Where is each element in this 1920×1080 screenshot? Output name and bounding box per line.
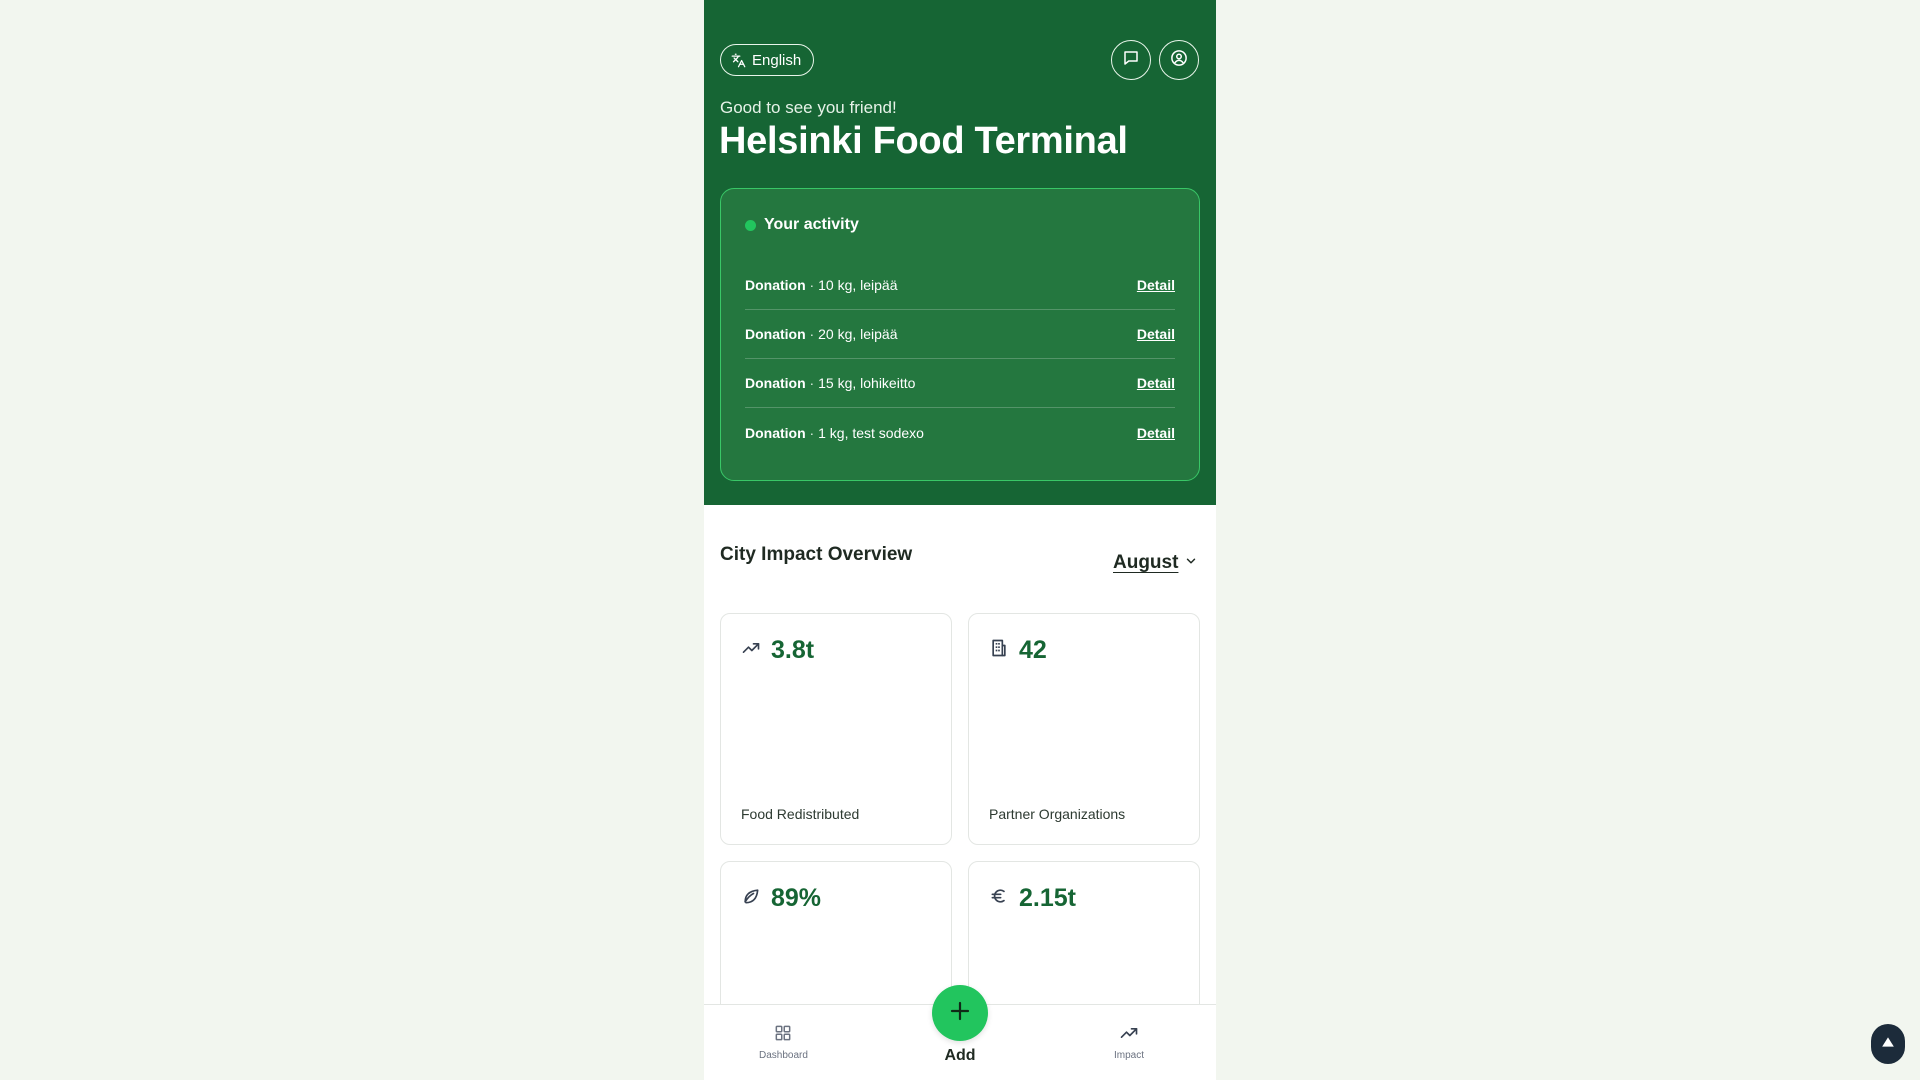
activity-separator: · — [805, 326, 819, 342]
overview-title: City Impact Overview — [720, 544, 913, 565]
triangle-up-icon — [1881, 1035, 1895, 1054]
page-title: Helsinki Food Terminal — [719, 120, 1128, 162]
translate-icon — [731, 53, 746, 68]
leaf-icon — [741, 886, 761, 911]
activity-row: Donation · 15 kg, lohikeitto Detail — [745, 359, 1175, 408]
greeting-text: Good to see you friend! — [720, 98, 897, 117]
activity-desc: 15 kg, lohikeitto — [818, 375, 916, 391]
user-circle-icon — [1170, 49, 1188, 72]
nav-impact-label: Impact — [1114, 1050, 1145, 1061]
scroll-to-top-button[interactable] — [1871, 1024, 1905, 1064]
activity-row: Donation · 20 kg, leipää Detail — [745, 310, 1175, 359]
activity-type: Donation — [745, 375, 806, 391]
chat-button[interactable] — [1111, 40, 1151, 80]
grid-icon — [773, 1023, 793, 1046]
stat-value: 42 — [1019, 636, 1047, 664]
stat-value: 89% — [771, 884, 822, 912]
detail-link[interactable]: Detail — [1137, 425, 1175, 441]
month-dropdown[interactable]: August — [1113, 552, 1198, 574]
detail-link[interactable]: Detail — [1137, 326, 1175, 342]
activity-separator: · — [805, 424, 819, 441]
detail-link[interactable]: Detail — [1137, 277, 1175, 293]
activity-separator: · — [805, 375, 819, 391]
activity-row-text: Donation · 15 kg, lohikeitto — [745, 375, 915, 391]
language-button[interactable]: English — [720, 44, 815, 76]
activity-type: Donation — [745, 424, 806, 441]
building-icon — [989, 638, 1009, 663]
activity-type: Donation — [745, 277, 806, 293]
euro-icon — [989, 886, 1009, 911]
activity-row: Donation · 1 kg, test sodexo Detail — [745, 408, 1175, 457]
nav-impact[interactable]: Impact — [1114, 1023, 1144, 1061]
chevron-down-icon — [1184, 552, 1198, 574]
activity-desc: 1 kg, test sodexo — [818, 424, 924, 441]
activity-title: Your activity — [764, 216, 859, 233]
activity-separator: · — [805, 277, 819, 293]
status-dot-icon — [745, 219, 756, 231]
activity-card: Your activity Donation · 10 kg, leipää D… — [720, 188, 1200, 481]
trending-up-icon — [741, 638, 761, 663]
month-label: August — [1113, 552, 1179, 573]
chat-bubble-icon — [1122, 49, 1140, 72]
stat-label: Food Redistributed — [741, 806, 860, 822]
activity-row-text: Donation · 10 kg, leipää — [745, 277, 898, 293]
app-screen: English Good to see you friend! Helsinki… — [704, 0, 1216, 1080]
stat-label: Partner Organizations — [989, 806, 1126, 822]
add-label: Add — [944, 1047, 976, 1064]
header: English Good to see you friend! Helsinki… — [704, 0, 1216, 505]
trending-up-icon — [1119, 1023, 1139, 1046]
activity-header: Your activity — [745, 216, 859, 234]
language-label: English — [752, 51, 802, 69]
detail-link[interactable]: Detail — [1137, 375, 1175, 391]
activity-row-text: Donation · 20 kg, leipää — [745, 326, 898, 342]
add-button[interactable] — [932, 985, 988, 1041]
activity-row: Donation · 10 kg, leipää Detail — [745, 261, 1175, 310]
activity-list: Donation · 10 kg, leipää Detail Donation… — [745, 261, 1175, 457]
stat-value: 3.8t — [771, 636, 815, 664]
activity-row-text: Donation · 1 kg, test sodexo — [745, 425, 924, 441]
stat-card-partner-organizations: 42 Partner Organizations — [968, 613, 1200, 845]
activity-desc: 10 kg, leipää — [818, 277, 898, 293]
activity-desc: 20 kg, leipää — [818, 326, 898, 342]
nav-dashboard[interactable]: Dashboard — [759, 1023, 808, 1061]
activity-type: Donation — [745, 326, 806, 342]
nav-dashboard-label: Dashboard — [759, 1050, 808, 1061]
stat-card-food-redistributed: 3.8t Food Redistributed — [720, 613, 952, 845]
profile-button[interactable] — [1159, 40, 1199, 80]
plus-icon — [948, 999, 972, 1028]
stat-value: 2.15t — [1019, 884, 1076, 912]
